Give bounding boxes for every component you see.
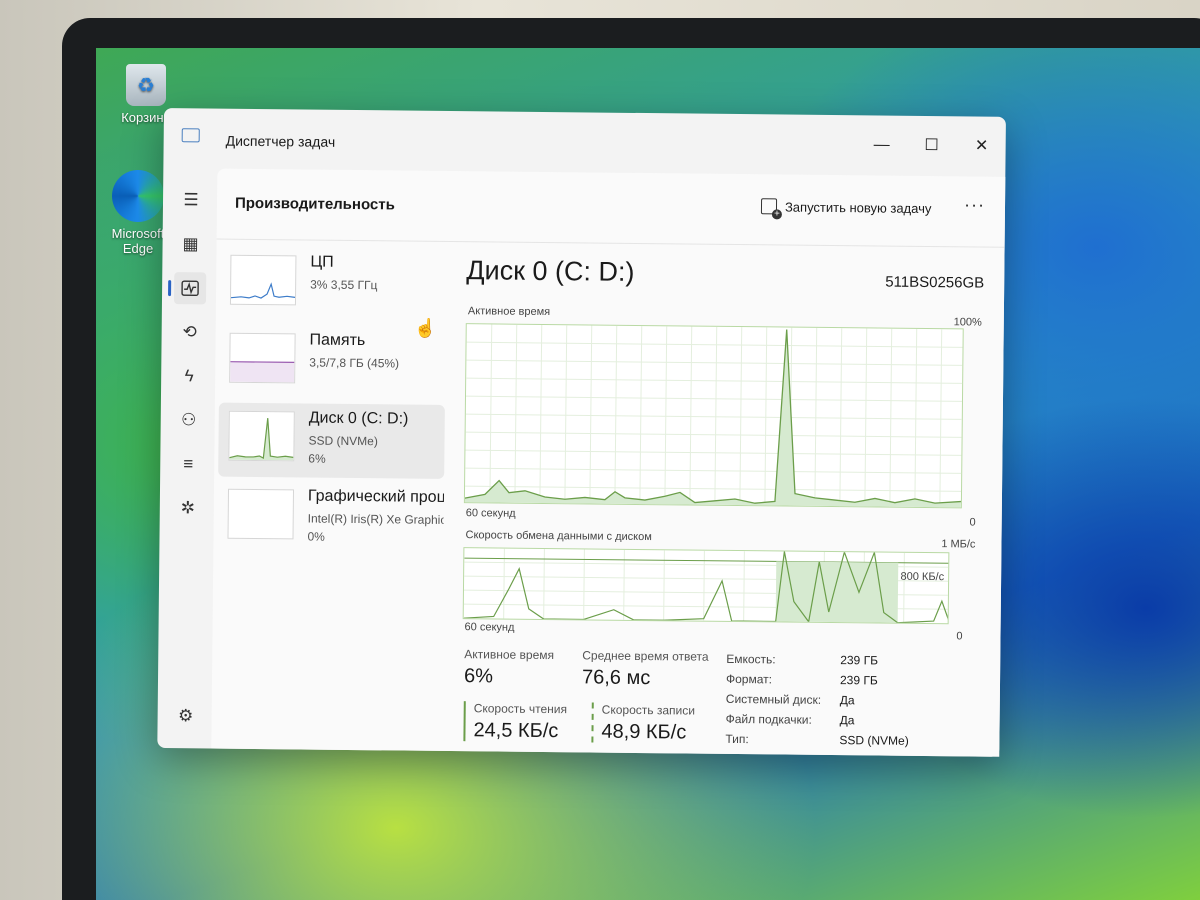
active-time-graph [463, 323, 964, 509]
performance-icon[interactable] [173, 272, 207, 305]
device-item-cpu[interactable]: ЦП 3% 3,55 ГГц [220, 247, 447, 323]
property-key: Тип: [725, 731, 749, 747]
processes-icon[interactable]: ▦ [174, 228, 206, 260]
disk-title: Диск 0 (C: D:) [466, 255, 635, 287]
write-speed-indicator [591, 702, 594, 743]
device-list: ЦП 3% 3,55 ГГц Память 3,5/7,8 ГБ (45%) Д… [217, 247, 446, 561]
details-icon[interactable]: ≡ [172, 448, 204, 480]
read-speed-indicator [463, 701, 466, 742]
read-speed-value: 24,5 КБ/с [473, 719, 559, 743]
avg-response-value: 76,6 мс [581, 666, 651, 690]
device-name: Диск 0 (C: D:) [308, 409, 409, 428]
device-item-gpu[interactable]: Графический процессор Intel(R) Iris(R) X… [217, 481, 444, 557]
device-name: ЦП [310, 253, 334, 271]
disk-model: 511BS0256GB [885, 273, 985, 292]
new-task-icon [760, 198, 778, 215]
disk-detail-panel: Диск 0 (C: D:) 511BS0256GB Активное врем… [461, 249, 985, 748]
read-speed-label: Скорость чтения [473, 701, 568, 717]
avg-response-label: Среднее время ответа [582, 648, 709, 664]
edge-icon [112, 170, 164, 222]
write-speed-value: 48,9 КБ/с [601, 720, 687, 744]
device-sub: 3,5/7,8 ГБ (45%) [309, 355, 400, 371]
header-divider [216, 238, 1005, 248]
device-usage: 0% [307, 529, 325, 544]
transfer-graph-label: Скорость обмена данными с диском [465, 529, 652, 544]
property-key: Файл подкачки: [725, 711, 812, 727]
page-title: Производительность [234, 194, 395, 214]
close-button[interactable]: ✕ [961, 132, 1001, 160]
device-item-memory[interactable]: Память 3,5/7,8 ГБ (45%) [219, 325, 446, 401]
menu-icon[interactable]: ☰ [175, 184, 207, 216]
property-key: Формат: [725, 671, 773, 687]
active-time-graph-min: 0 [969, 516, 976, 529]
property-value: Да [839, 713, 855, 728]
window-title: Диспетчер задач [225, 132, 336, 150]
task-manager-app-icon [181, 128, 200, 143]
services-icon[interactable]: ✲ [172, 492, 204, 524]
edge-label: Microsoft Edge [111, 226, 165, 256]
transfer-rate-graph: 800 КБ/с [462, 547, 950, 625]
startup-apps-icon[interactable]: ϟ [173, 360, 205, 392]
performance-page: Производительность Запустить новую задач… [211, 168, 1006, 757]
transfer-graph-time: 60 секунд [464, 621, 515, 634]
transfer-graph-mid: 800 КБ/с [900, 570, 945, 584]
task-manager-window: Диспетчер задач — ☐ ✕ ☰ ▦ ⟲ ϟ ⚇ ≡ ✲ ⚙ Пр… [157, 108, 1006, 757]
active-time-graph-time: 60 секунд [465, 507, 516, 520]
active-time-graph-max: 100% [953, 316, 982, 329]
memory-thumbnail [229, 332, 296, 384]
device-sub: Intel(R) Iris(R) Xe Graphics [307, 511, 444, 527]
transfer-graph-min: 0 [956, 630, 963, 643]
write-speed-label: Скорость записи [601, 702, 696, 718]
active-time-graph-label: Активное время [467, 305, 551, 319]
title-bar[interactable]: Диспетчер задач — ☐ ✕ [163, 108, 1006, 177]
property-value: 239 ГБ [840, 653, 879, 668]
run-new-task-label: Запустить новую задачу [784, 199, 932, 216]
active-time-label: Активное время [464, 647, 555, 663]
property-key: Системный диск: [725, 691, 822, 707]
property-key: Емкость: [726, 651, 776, 667]
transfer-graph-max: 1 МБ/с [941, 538, 976, 551]
property-value: SSD (NVMe) [839, 733, 909, 748]
disk-thumbnail [228, 410, 295, 462]
property-value: Да [839, 693, 855, 708]
device-item-disk0[interactable]: Диск 0 (C: D:) SSD (NVMe) 6% [218, 402, 445, 479]
app-history-icon[interactable]: ⟲ [173, 316, 205, 348]
mouse-cursor-icon: ☝ [414, 318, 437, 338]
device-usage: 6% [308, 451, 326, 466]
users-icon[interactable]: ⚇ [173, 404, 205, 436]
more-options-button[interactable]: ··· [964, 194, 985, 215]
gpu-thumbnail [227, 488, 295, 540]
nav-rail: ☰ ▦ ⟲ ϟ ⚇ ≡ ✲ ⚙ [157, 168, 217, 749]
cpu-thumbnail [229, 254, 297, 306]
recycle-bin-icon: ♻ [126, 64, 166, 106]
property-value: 239 ГБ [839, 673, 878, 688]
maximize-button[interactable]: ☐ [911, 132, 951, 160]
device-name: Графический процессор [307, 487, 445, 507]
device-sub: SSD (NVMe) [308, 433, 378, 449]
settings-icon[interactable]: ⚙ [169, 700, 201, 732]
run-new-task-button[interactable]: Запустить новую задачу [760, 198, 932, 216]
minimize-button[interactable]: — [862, 131, 902, 159]
device-sub: 3% 3,55 ГГц [310, 277, 378, 293]
active-time-value: 6% [463, 665, 494, 688]
